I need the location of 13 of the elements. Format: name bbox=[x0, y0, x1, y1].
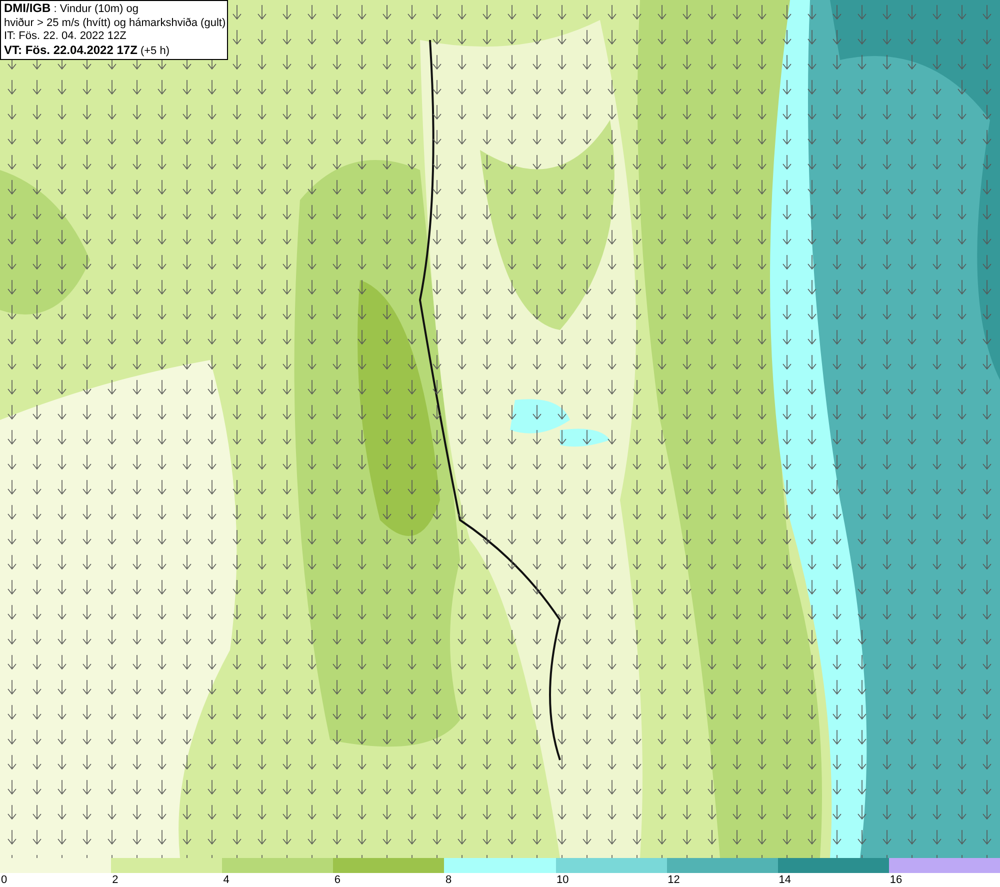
legend-label: 14 bbox=[778, 873, 792, 887]
legend-label: 12 bbox=[666, 873, 680, 887]
title-line: hviður > 25 m/s (hvítt) og hámarkshviða (gult) bbox=[4, 16, 224, 30]
legend-label: 4 bbox=[222, 873, 230, 887]
title-line: IT: Fös. 22. 04. 2022 12Z bbox=[4, 30, 128, 44]
legend-label: 6 bbox=[333, 873, 340, 887]
legend-label: 2 bbox=[111, 873, 118, 887]
title-line: VT: Fös. 22.04.2022 17Z (+5 h) bbox=[4, 44, 171, 58]
legend-label: 8 bbox=[444, 873, 452, 887]
legend-label: 0 bbox=[0, 873, 8, 887]
title-line: DMI/IGB : Vindur (10m) og bbox=[4, 2, 140, 16]
legend-label: 10 bbox=[556, 873, 569, 887]
legend-label: 16 bbox=[888, 873, 902, 887]
